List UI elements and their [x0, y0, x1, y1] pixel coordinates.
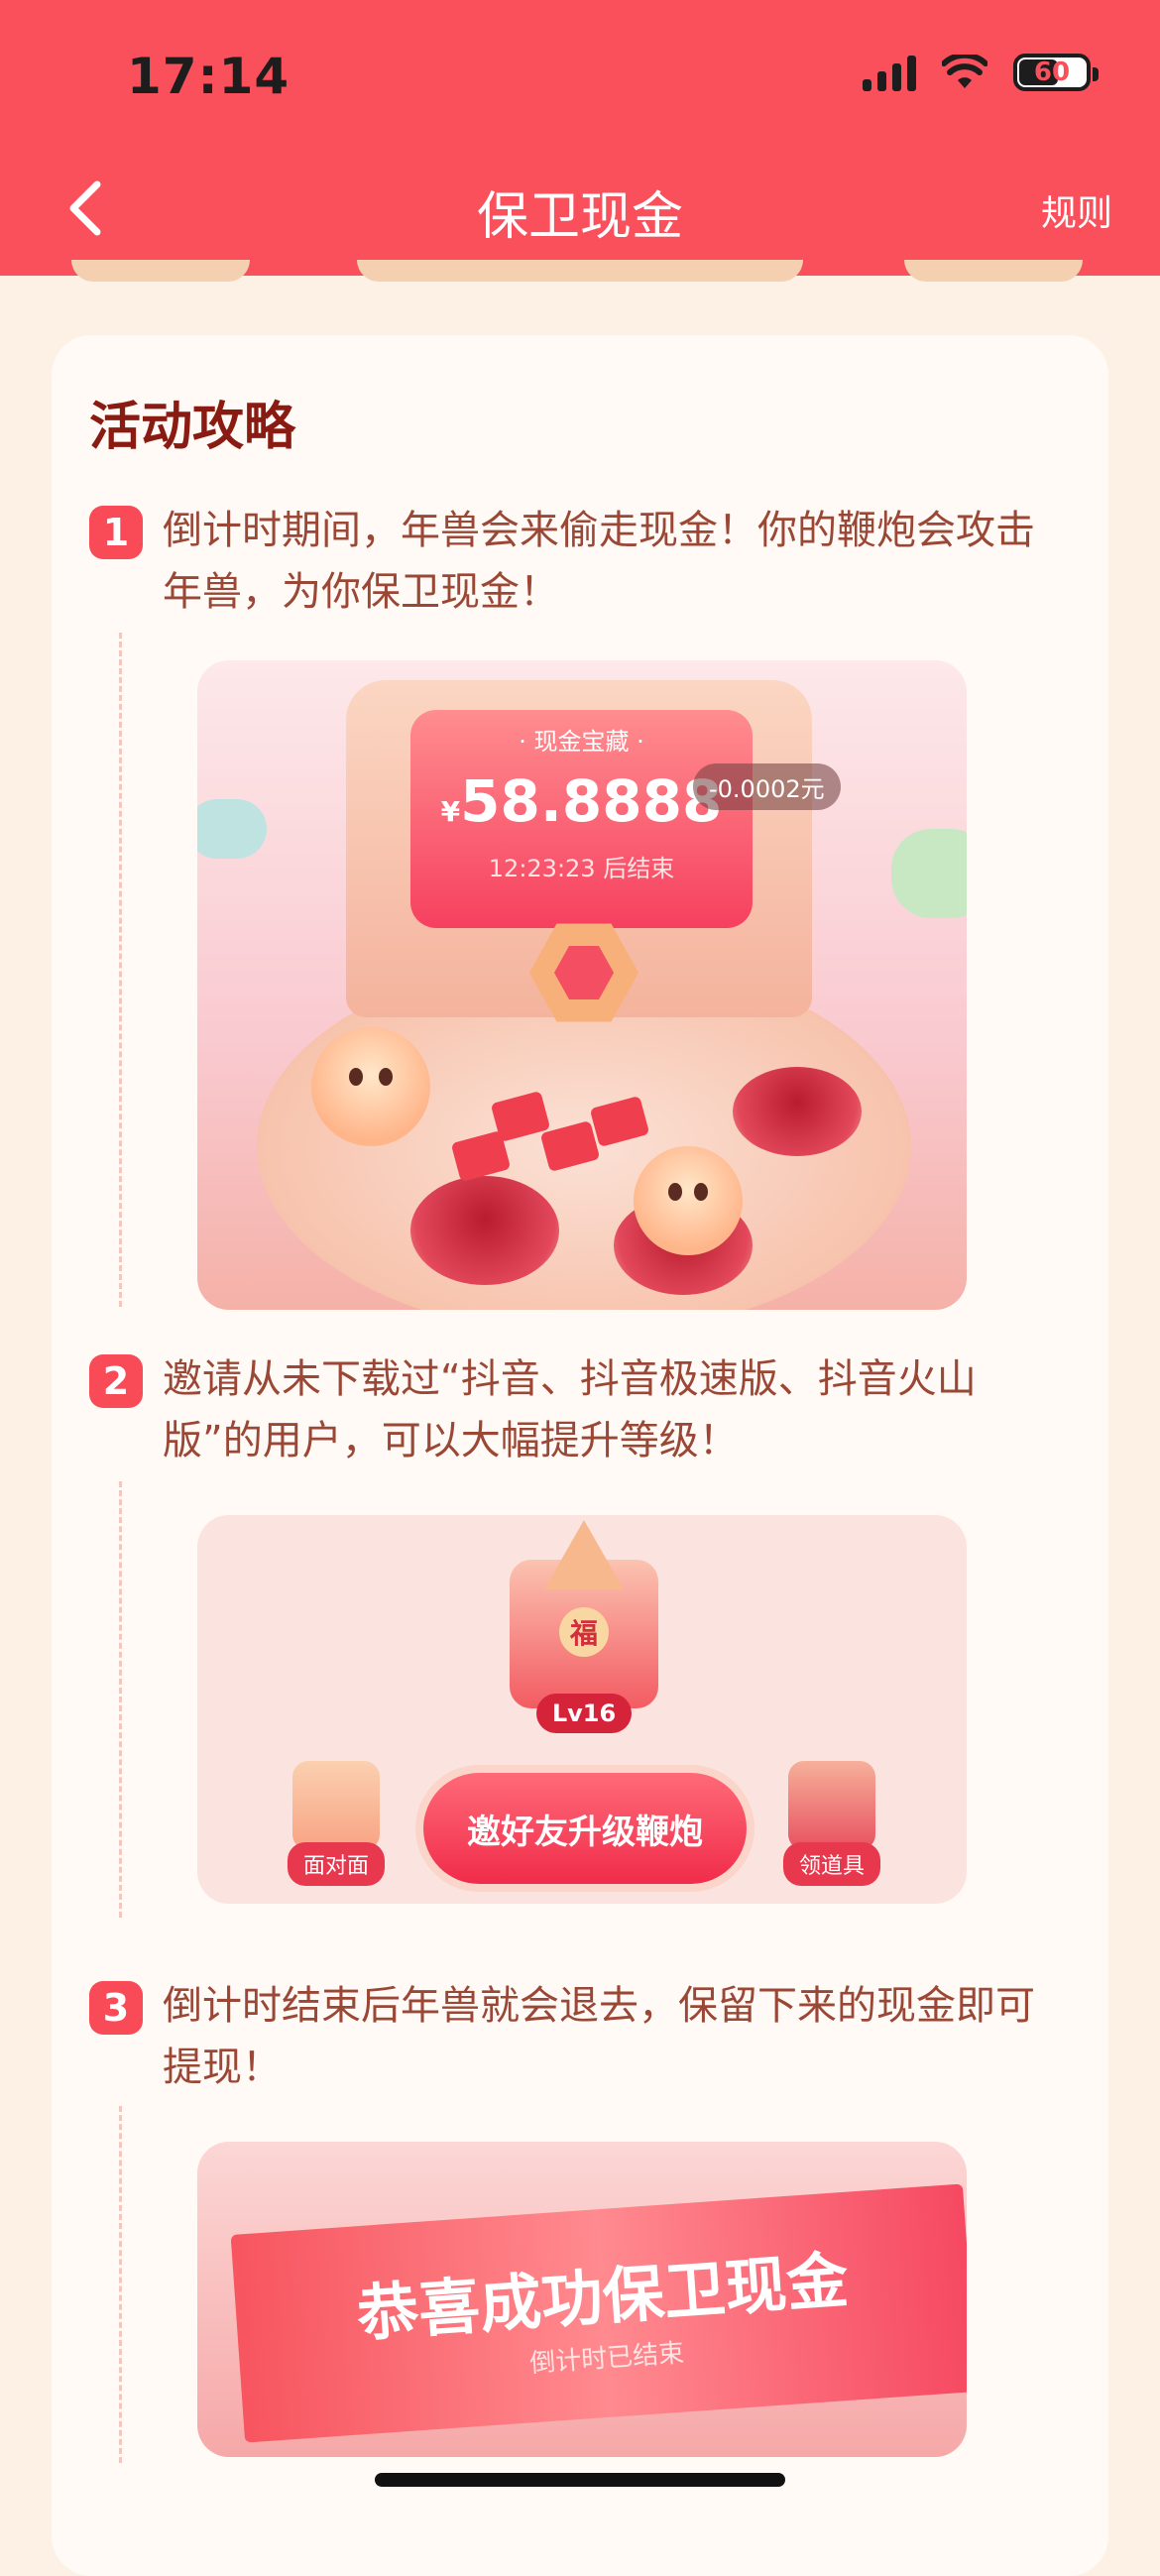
fortune-icon: 福 [559, 1607, 609, 1657]
page-title: 保卫现金 [476, 187, 683, 247]
wifi-icon [942, 55, 987, 88]
status-icons: 60 [863, 54, 1099, 91]
countdown-timer: 12:23:23 后结束 [488, 855, 675, 882]
level-badge: Lv16 [536, 1694, 632, 1733]
claim-props-label: 领道具 [782, 1842, 880, 1886]
step-1-text: 倒计时期间，年兽会来偷走现金！你的鞭炮会攻击年兽，为你保卫现金！ [163, 508, 1035, 615]
rules-link[interactable]: 规则 [1041, 184, 1112, 236]
hole [410, 1176, 559, 1285]
decorative-bump [357, 260, 803, 282]
cash-treasure-illustration: · 现金宝藏 · ¥58.8888 12:23:23 后结束 -0.0002元 [197, 660, 967, 1310]
guide-card: 活动攻略 1 倒计时期间，年兽会来偷走现金！你的鞭炮会攻击年兽，为你保卫现金！ … [52, 335, 1108, 2576]
status-time: 17:14 [127, 48, 290, 105]
face-to-face-label: 面对面 [287, 1842, 385, 1886]
step-connector [119, 633, 122, 1307]
success-banner: 恭喜成功保卫现金 倒计时已结束 [230, 2183, 967, 2443]
success-illustration: 恭喜成功保卫现金 倒计时已结束 [197, 2142, 967, 2457]
battery-icon: 60 [1013, 54, 1099, 91]
deduction-badge: -0.0002元 [693, 763, 841, 810]
cloud-decoration [197, 799, 267, 859]
step-2-badge: 2 [89, 1354, 143, 1408]
step-3-badge: 3 [89, 1981, 143, 2035]
invite-upgrade-button: 邀好友升级鞭炮 [423, 1773, 747, 1884]
step-1-badge: 1 [89, 506, 143, 559]
upgrade-illustration: 福 Lv16 面对面 邀好友升级鞭炮 领道具 [197, 1515, 967, 1904]
phone-icon [292, 1761, 380, 1850]
cellular-signal-icon [863, 54, 916, 91]
home-indicator [375, 2473, 785, 2487]
decorative-bump [904, 260, 1083, 282]
step-connector [119, 1481, 122, 1918]
top-bar: 17:14 60 保卫现金 规则 [0, 0, 1160, 276]
battery-level: 60 [1033, 58, 1071, 87]
chest-screen: · 现金宝藏 · ¥58.8888 12:23:23 后结束 [410, 710, 753, 928]
backpack-icon [788, 1761, 875, 1850]
chest-label: · 现金宝藏 · [519, 728, 644, 756]
hill-decoration [891, 829, 967, 918]
guide-title: 活动攻略 [89, 398, 296, 457]
step-connector [119, 2106, 122, 2463]
firecracker-castle-icon: 福 [510, 1560, 658, 1708]
face-to-face-item: 面对面 [277, 1761, 396, 1886]
hole [733, 1067, 862, 1156]
claim-props-item: 领道具 [772, 1761, 891, 1886]
decorative-bump [71, 260, 250, 282]
step-3-text: 倒计时结束后年兽就会退去，保留下来的现金即可提现！ [163, 1983, 1035, 2090]
dragon-mascot-icon [634, 1146, 743, 1255]
dragon-mascot-icon [311, 1027, 430, 1146]
step-2-text: 邀请从未下载过“抖音、抖音极速版、抖音火山版”的用户，可以大幅提升等级！ [163, 1356, 977, 1464]
